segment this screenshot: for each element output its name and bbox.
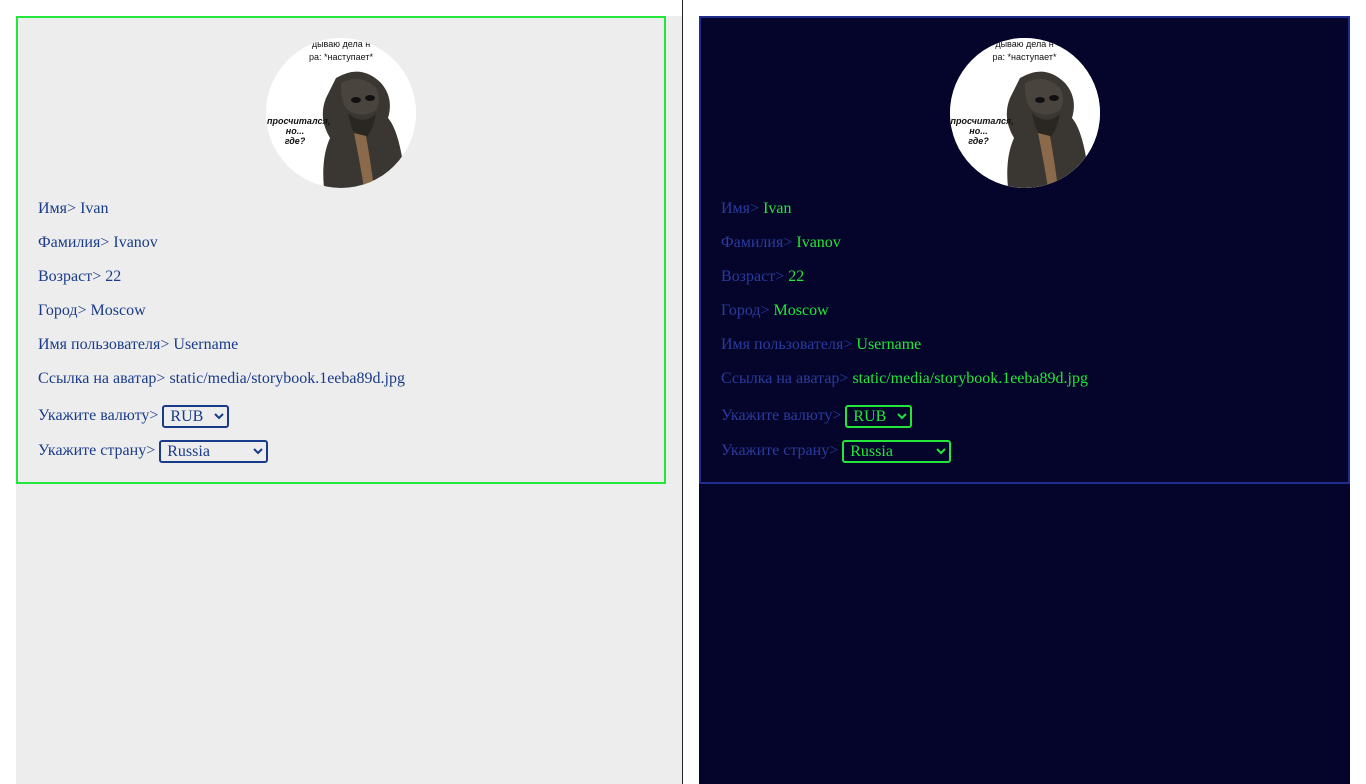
avatar-link-value: static/media/storybook.1eeba89d.jpg: [169, 370, 405, 387]
light-theme-panel: дываю дела н ра: *наступает* просчитался…: [16, 16, 682, 784]
first-name-value: Ivan: [80, 200, 109, 217]
avatar-link-label: Ссылка на аватар>: [721, 370, 849, 387]
avatar: дываю дела н ра: *наступает* просчитался…: [266, 38, 416, 188]
avatar-link-row: Ссылка на аватар> static/media/storybook…: [721, 371, 1328, 405]
age-row: Возраст> 22: [721, 269, 1328, 303]
age-label: Возраст>: [721, 268, 785, 285]
caption-left-line: где?: [968, 136, 989, 146]
avatar-link-row: Ссылка на аватар> static/media/storybook…: [38, 371, 644, 405]
caption-left-line: но...: [969, 126, 988, 136]
avatar-link-label: Ссылка на аватар>: [38, 370, 166, 387]
currency-label: Укажите валюту>: [721, 407, 842, 425]
currency-select[interactable]: RUB: [162, 405, 230, 428]
avatar-container: дываю дела н ра: *наступает* просчитался…: [721, 38, 1328, 188]
city-value: Moscow: [773, 302, 829, 319]
profile-fields: Имя> Ivan Фамилия> Ivanov Возраст> 22 Го…: [38, 201, 644, 475]
last-name-row: Фамилия> Ivanov: [721, 235, 1328, 269]
country-label: Укажите страну>: [38, 442, 156, 460]
city-row: Город> Moscow: [721, 303, 1328, 337]
currency-row: Укажите валюту> RUB: [38, 405, 644, 440]
profile-fields: Имя> Ivan Фамилия> Ivanov Возраст> 22 Го…: [721, 201, 1328, 475]
city-row: Город> Moscow: [38, 303, 644, 337]
avatar-caption-top-2: ра: *наступает*: [992, 52, 1057, 62]
caption-left-line: но...: [285, 126, 305, 136]
caption-left-line: просчитался,: [267, 116, 331, 126]
panel-divider: [682, 0, 683, 784]
city-value: Moscow: [90, 302, 146, 319]
avatar-caption-top: дываю дела н: [311, 39, 371, 49]
last-name-value: Ivanov: [113, 234, 158, 251]
profile-card: дываю дела н ра: *наступает* просчитался…: [16, 16, 666, 484]
profile-card: дываю дела н ра: *наступает* просчитался…: [699, 16, 1350, 484]
city-label: Город>: [721, 302, 770, 319]
country-select[interactable]: Russia: [159, 440, 269, 463]
username-label: Имя пользователя>: [721, 336, 853, 353]
currency-label: Укажите валюту>: [38, 407, 159, 425]
first-name-row: Имя> Ivan: [38, 201, 644, 235]
first-name-label: Имя>: [721, 200, 760, 217]
first-name-value: Ivan: [763, 200, 792, 217]
currency-select[interactable]: RUB: [845, 405, 913, 428]
first-name-label: Имя>: [38, 200, 77, 217]
avatar-link-value: static/media/storybook.1eeba89d.jpg: [852, 370, 1088, 387]
city-label: Город>: [38, 302, 87, 319]
country-row: Укажите страну> Russia: [721, 440, 1328, 475]
avatar-caption-left: просчитался, но... где?: [950, 116, 1014, 146]
dark-theme-panel: дываю дела н ра: *наступает* просчитался…: [699, 16, 1350, 784]
username-value: Username: [173, 336, 239, 353]
avatar: дываю дела н ра: *наступает* просчитался…: [949, 38, 1100, 188]
username-row: Имя пользователя> Username: [721, 337, 1328, 371]
first-name-row: Имя> Ivan: [721, 201, 1328, 235]
last-name-label: Фамилия>: [721, 234, 793, 251]
age-row: Возраст> 22: [38, 269, 644, 303]
last-name-row: Фамилия> Ivanov: [38, 235, 644, 269]
avatar-container: дываю дела н ра: *наступает* просчитался…: [38, 38, 644, 188]
last-name-value: Ivanov: [796, 234, 841, 251]
age-value: 22: [788, 268, 805, 285]
avatar-caption-left: просчитался, но... где?: [267, 116, 331, 146]
username-label: Имя пользователя>: [38, 336, 170, 353]
username-value: Username: [856, 336, 922, 353]
avatar-caption-top-2: ра: *наступает*: [309, 52, 373, 62]
country-select[interactable]: Russia: [842, 440, 952, 463]
country-row: Укажите страну> Russia: [38, 440, 644, 475]
username-row: Имя пользователя> Username: [38, 337, 644, 371]
currency-row: Укажите валюту> RUB: [721, 405, 1328, 440]
last-name-label: Фамилия>: [38, 234, 110, 251]
age-value: 22: [105, 268, 122, 285]
country-label: Укажите страну>: [721, 442, 839, 460]
age-label: Возраст>: [38, 268, 102, 285]
caption-left-line: просчитался,: [950, 116, 1014, 126]
avatar-caption-top: дываю дела н: [995, 39, 1054, 49]
caption-left-line: где?: [284, 136, 306, 146]
